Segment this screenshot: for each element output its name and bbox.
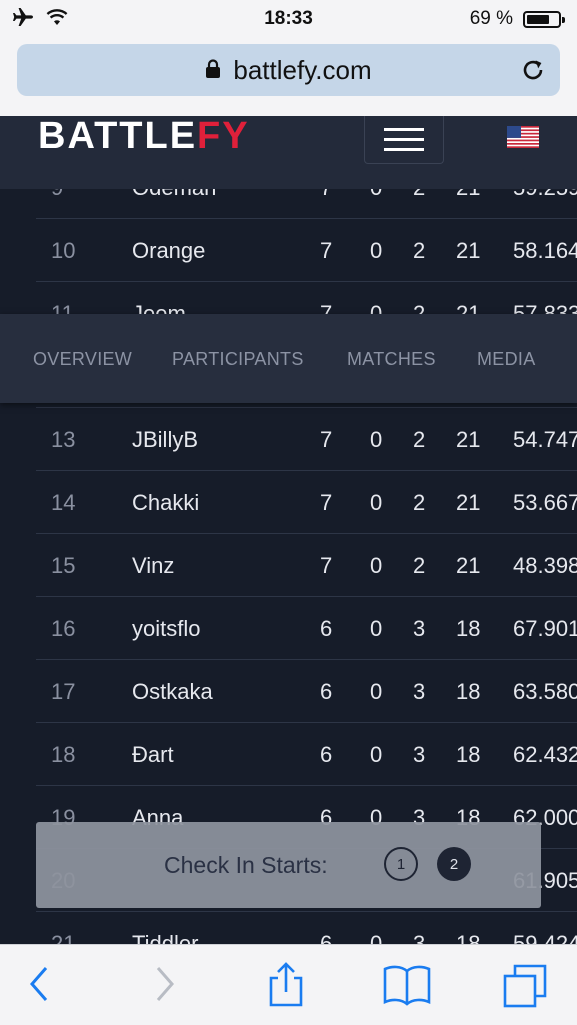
row-points: 21 bbox=[456, 490, 481, 515]
tab-overview[interactable]: OVERVIEW bbox=[33, 349, 132, 370]
row-score: 53.667 bbox=[513, 490, 577, 515]
row-wins: 7 bbox=[320, 490, 333, 515]
us-flag-icon[interactable] bbox=[507, 126, 539, 153]
share-icon[interactable] bbox=[266, 962, 306, 1013]
status-bar: 18:33 69 % bbox=[0, 0, 577, 38]
row-points: 21 bbox=[456, 238, 481, 263]
table-row[interactable]: 13 JBillyB 7 0 2 21 54.747 bbox=[36, 408, 577, 471]
checkin-panel: Check In Starts: 1 2 bbox=[36, 822, 541, 908]
row-losses: 2 bbox=[413, 490, 426, 515]
battlefy-logo[interactable]: BATTLEFY bbox=[38, 116, 250, 156]
table-row[interactable]: 18 Đart 6 0 3 18 62.432 bbox=[36, 723, 577, 786]
row-wins: 7 bbox=[320, 238, 333, 263]
row-name: Orange bbox=[132, 238, 206, 263]
row-draws: 0 bbox=[370, 490, 383, 515]
row-points: 18 bbox=[456, 616, 481, 641]
row-losses: 2 bbox=[413, 238, 426, 263]
row-points: 18 bbox=[456, 679, 481, 704]
status-right: 69 % bbox=[469, 8, 565, 30]
row-rank: 13 bbox=[51, 427, 76, 452]
row-wins: 6 bbox=[320, 742, 333, 767]
table-row[interactable]: 10 Orange 7 0 2 21 58.164 bbox=[36, 219, 577, 282]
address-bar[interactable]: battlefy.com bbox=[17, 44, 560, 96]
row-points: 21 bbox=[456, 427, 481, 452]
row-rank: 10 bbox=[51, 238, 76, 263]
row-losses: 2 bbox=[413, 553, 426, 578]
browser-toolbar bbox=[0, 944, 577, 1025]
row-draws: 0 bbox=[370, 742, 383, 767]
row-rank: 15 bbox=[51, 553, 76, 578]
row-rank: 17 bbox=[51, 679, 76, 704]
bookmarks-icon[interactable] bbox=[382, 962, 432, 1013]
row-rank: 18 bbox=[51, 742, 76, 767]
row-score: 54.747 bbox=[513, 427, 577, 452]
tab-media[interactable]: MEDIA bbox=[477, 349, 536, 370]
row-draws: 0 bbox=[370, 238, 383, 263]
battery-icon bbox=[523, 10, 565, 28]
row-draws: 0 bbox=[370, 427, 383, 452]
table-row[interactable]: 17 Ostkaka 6 0 3 18 63.580 bbox=[36, 660, 577, 723]
row-draws: 0 bbox=[370, 553, 383, 578]
table-row[interactable]: 15 Vinz 7 0 2 21 48.398 bbox=[36, 534, 577, 597]
logo-accent: FY bbox=[197, 115, 250, 157]
row-rank: 14 bbox=[51, 490, 76, 515]
row-draws: 0 bbox=[370, 616, 383, 641]
row-losses: 3 bbox=[413, 679, 426, 704]
row-points: 21 bbox=[456, 553, 481, 578]
tab-matches[interactable]: MATCHES bbox=[347, 349, 436, 370]
row-score: 62.432 bbox=[513, 742, 577, 767]
row-wins: 6 bbox=[320, 679, 333, 704]
url-text: battlefy.com bbox=[233, 54, 372, 85]
back-icon[interactable] bbox=[26, 962, 52, 1011]
row-losses: 2 bbox=[413, 427, 426, 452]
row-name: Chakki bbox=[132, 490, 200, 515]
tabs-icon[interactable] bbox=[502, 962, 550, 1013]
site-header: BATTLEFY bbox=[0, 116, 577, 189]
browser-chrome-top: battlefy.com bbox=[0, 38, 577, 116]
hamburger-menu-icon[interactable] bbox=[364, 116, 444, 164]
row-score: 63.580 bbox=[513, 679, 577, 704]
lock-icon bbox=[205, 55, 221, 86]
checkin-page-1[interactable]: 1 bbox=[384, 847, 418, 881]
logo-main: BATTLE bbox=[38, 115, 198, 157]
row-points: 18 bbox=[456, 742, 481, 767]
row-name: Vinz bbox=[132, 553, 175, 578]
tab-participants[interactable]: PARTICIPANTS bbox=[172, 349, 304, 370]
row-wins: 7 bbox=[320, 553, 333, 578]
checkin-page-2[interactable]: 2 bbox=[437, 847, 471, 881]
row-losses: 3 bbox=[413, 742, 426, 767]
table-row[interactable]: 16 yoitsflo 6 0 3 18 67.901 bbox=[36, 597, 577, 660]
row-wins: 7 bbox=[320, 427, 333, 452]
row-wins: 6 bbox=[320, 616, 333, 641]
row-score: 48.398 bbox=[513, 553, 577, 578]
forward-icon[interactable] bbox=[152, 962, 178, 1011]
checkin-label: Check In Starts: bbox=[164, 852, 328, 878]
row-losses: 3 bbox=[413, 616, 426, 641]
row-rank: 16 bbox=[51, 616, 76, 641]
row-draws: 0 bbox=[370, 679, 383, 704]
table-row[interactable]: 14 Chakki 7 0 2 21 53.667 bbox=[36, 471, 577, 534]
row-name: Đart bbox=[132, 742, 174, 767]
battery-percent: 69 % bbox=[469, 8, 513, 29]
reload-icon[interactable] bbox=[520, 57, 546, 90]
row-name: yoitsflo bbox=[132, 616, 201, 641]
row-name: Ostkaka bbox=[132, 679, 213, 704]
tournament-tabs: OVERVIEW PARTICIPANTS MATCHES MEDIA bbox=[0, 314, 577, 403]
row-score: 67.901 bbox=[513, 616, 577, 641]
row-name: JBillyB bbox=[132, 427, 199, 452]
row-score: 58.164 bbox=[513, 238, 577, 263]
